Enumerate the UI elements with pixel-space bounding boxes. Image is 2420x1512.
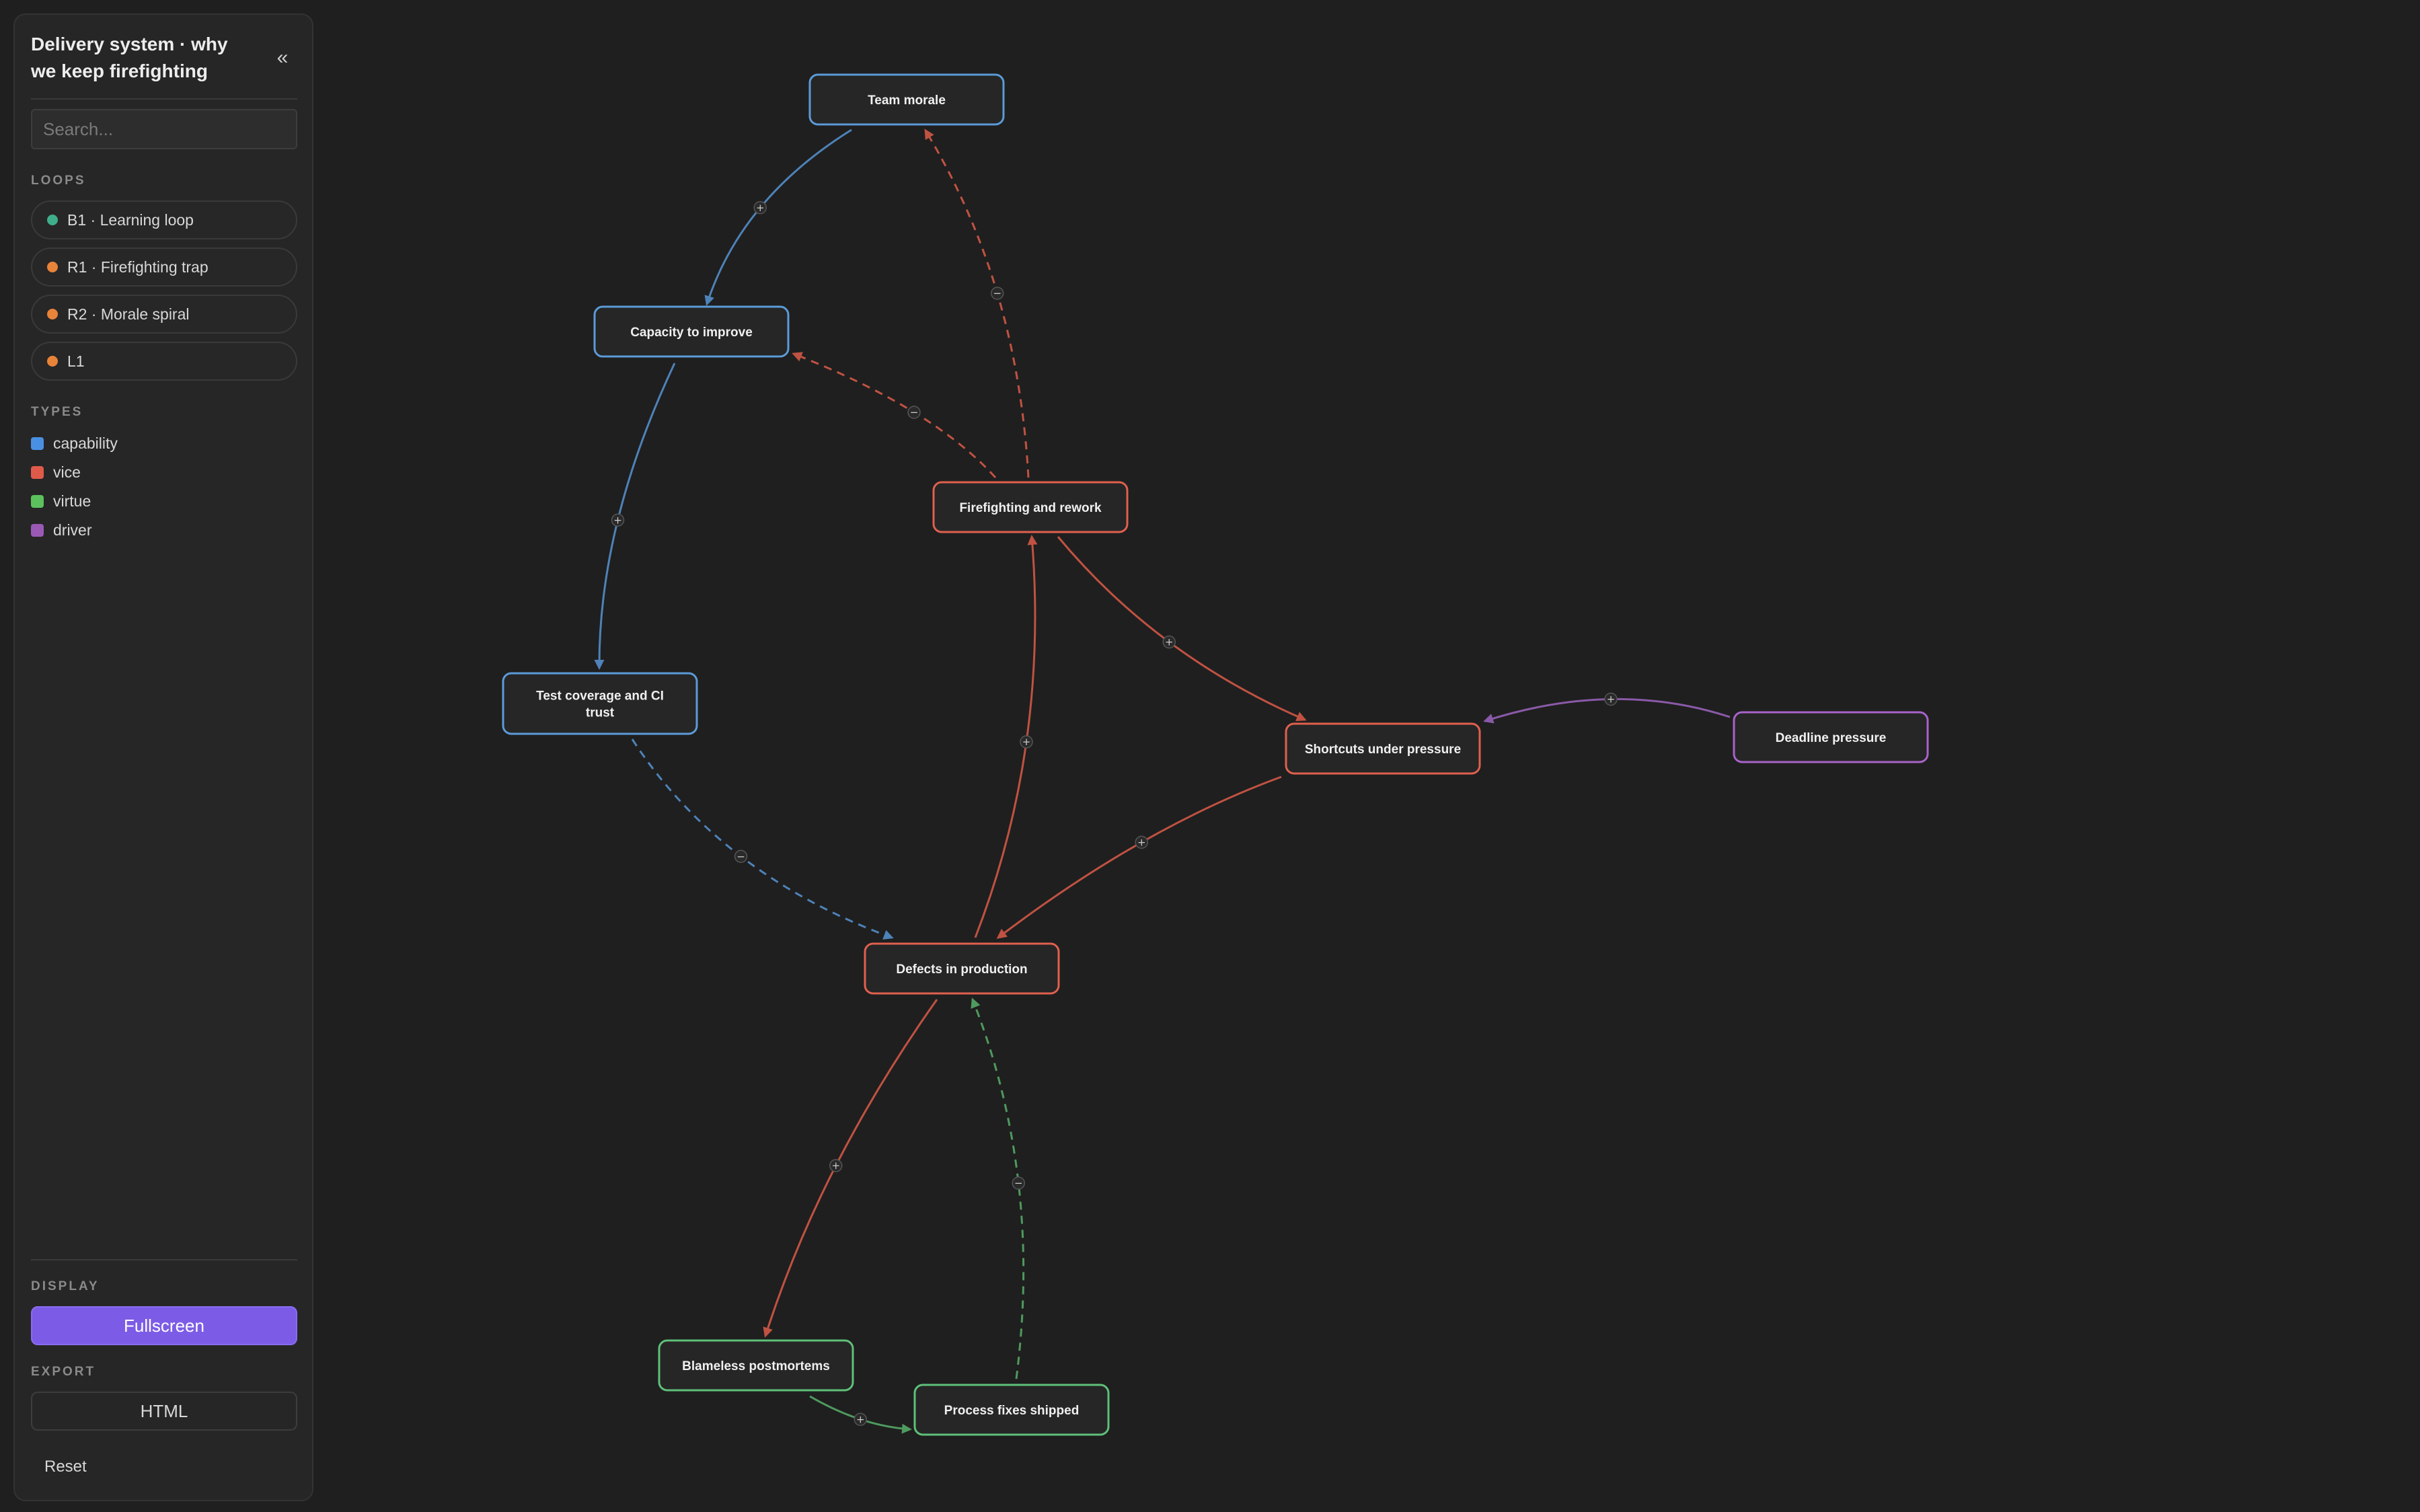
edge-line <box>971 997 1025 1379</box>
node-label: Deadline pressure <box>1776 731 1887 745</box>
edge-firefighting-to-morale: − <box>924 128 1030 478</box>
causal-loop-diagram: + − − + + + + − + + − + Team morale Capacity to impr… <box>502 73 1929 1436</box>
node-fixes[interactable]: Process fixes shipped <box>913 1384 1110 1436</box>
node-deadline[interactable]: Deadline pressure <box>1733 711 1929 763</box>
edge-line <box>763 999 938 1338</box>
polarity-sign: + <box>1165 636 1174 648</box>
node-label: Team morale <box>868 93 946 108</box>
polarity-sign: − <box>910 406 919 418</box>
node-firefighting[interactable]: Firefighting and rework <box>932 481 1129 533</box>
node-box <box>502 672 698 735</box>
edge-line <box>594 363 676 670</box>
node-shortcuts[interactable]: Shortcuts under pressure <box>1285 722 1481 775</box>
edge-line <box>1057 536 1307 722</box>
polarity-sign: + <box>1137 836 1146 848</box>
edge-line <box>704 128 852 306</box>
polarity-sign: + <box>613 514 622 526</box>
edge-defects-to-postmortems: + <box>763 999 938 1338</box>
node-defects[interactable]: Defects in production <box>864 942 1060 995</box>
node-label: Firefighting and rework <box>959 501 1102 515</box>
node-label: Defects in production <box>896 962 1027 977</box>
node-label: Process fixes shipped <box>944 1404 1080 1418</box>
node-capacity[interactable]: Capacity to improve <box>593 305 790 358</box>
polarity-sign: + <box>856 1413 865 1425</box>
polarity-sign: − <box>736 850 745 862</box>
edge-line <box>631 739 894 940</box>
node-tests[interactable]: Test coverage and CI trust <box>502 672 698 735</box>
polarity-sign: + <box>1022 736 1031 748</box>
edge-tests-to-defects: − <box>631 739 894 940</box>
node-label: trust <box>586 706 615 720</box>
edge-defects-to-firefighting: + <box>974 535 1038 938</box>
node-label: Shortcuts under pressure <box>1305 743 1461 757</box>
polarity-sign: + <box>1607 693 1616 706</box>
node-label: Capacity to improve <box>630 326 753 340</box>
polarity-sign: − <box>1014 1177 1023 1189</box>
edge-line <box>996 776 1282 939</box>
edge-capacity-to-tests: + <box>594 363 676 670</box>
polarity-sign: + <box>831 1160 840 1172</box>
node-postmortems[interactable]: Blameless postmortems <box>658 1339 854 1392</box>
edge-line <box>924 128 1030 478</box>
node-label: Test coverage and CI <box>536 689 664 704</box>
edge-firefighting-to-capacity: − <box>792 352 997 479</box>
polarity-sign: − <box>993 287 1001 299</box>
edge-morale-to-capacity: + <box>704 128 852 306</box>
edge-postmortems-to-fixes: + <box>809 1395 912 1434</box>
polarity-sign: + <box>756 202 765 214</box>
edge-fixes-to-defects: − <box>971 997 1025 1379</box>
edge-firefighting-to-shortcuts: + <box>1057 536 1307 722</box>
edge-line <box>792 352 997 479</box>
edge-shortcuts-to-defects: + <box>996 776 1282 939</box>
node-label: Blameless postmortems <box>682 1359 830 1373</box>
node-morale[interactable]: Team morale <box>808 73 1005 126</box>
edge-deadline-to-shortcuts: + <box>1483 692 1731 724</box>
